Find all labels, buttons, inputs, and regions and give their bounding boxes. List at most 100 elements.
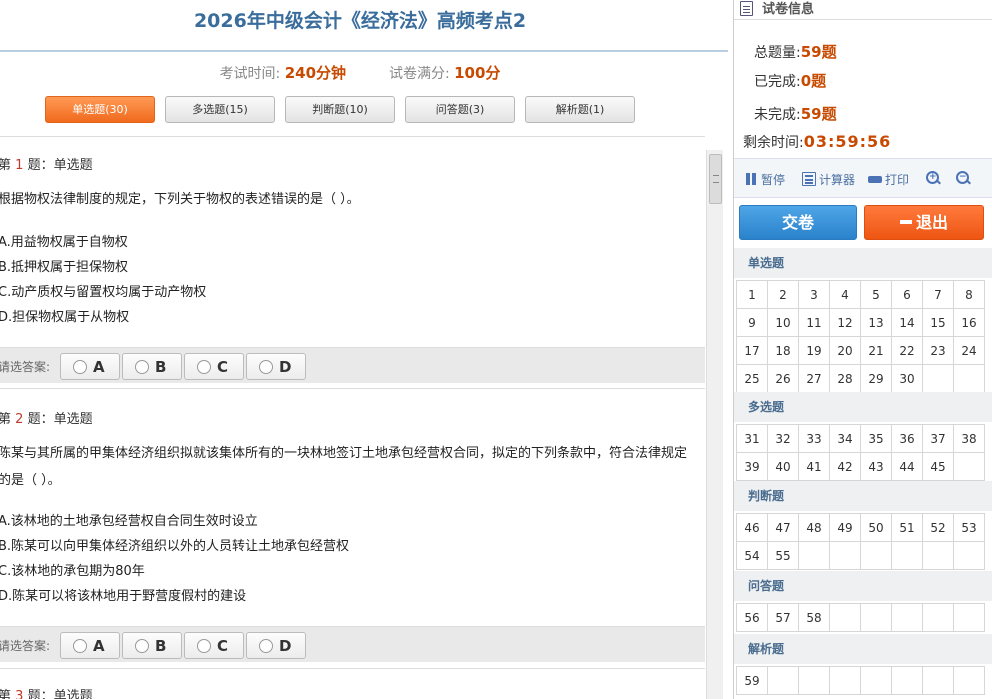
question-jump[interactable]: 20 [829, 336, 861, 365]
completed-label: 已完成: [754, 74, 801, 90]
question-jump[interactable]: 38 [953, 424, 985, 453]
zoom-out-button[interactable]: − [956, 171, 973, 186]
scrollbar-thumb[interactable] [709, 154, 722, 204]
answer-a-button[interactable]: A [60, 632, 120, 659]
tab-analysis[interactable]: 解析题(1) [525, 96, 635, 123]
question-jump[interactable]: 28 [829, 364, 861, 393]
question-jump[interactable]: 6 [891, 280, 923, 309]
question-jump[interactable]: 19 [798, 336, 830, 365]
section-title-single: 单选题 [734, 248, 992, 278]
question-jump[interactable]: 4 [829, 280, 861, 309]
question-jump[interactable]: 59 [736, 666, 768, 695]
tab-label: 问答题 [435, 103, 469, 116]
question-jump[interactable]: 1 [736, 280, 768, 309]
question-jump[interactable]: 26 [767, 364, 799, 393]
answer-c-button[interactable]: C [184, 632, 244, 659]
empty-cell [953, 364, 985, 393]
calculator-button[interactable]: 计算器 [802, 171, 855, 188]
question-jump[interactable]: 55 [767, 541, 799, 570]
empty-cell [953, 666, 985, 695]
question-jump[interactable]: 35 [860, 424, 892, 453]
question-jump[interactable]: 47 [767, 513, 799, 542]
question-jump[interactable]: 52 [922, 513, 954, 542]
question-jump[interactable]: 44 [891, 452, 923, 481]
question-jump[interactable]: 37 [922, 424, 954, 453]
question-jump[interactable]: 45 [922, 452, 954, 481]
question-jump[interactable]: 36 [891, 424, 923, 453]
answer-b-button[interactable]: B [122, 353, 182, 380]
question-jump[interactable]: 54 [736, 541, 768, 570]
question-jump[interactable]: 16 [953, 308, 985, 337]
question-jump[interactable]: 27 [798, 364, 830, 393]
radio-icon [259, 360, 273, 374]
exam-time-label: 考试时间: [219, 66, 281, 82]
question-jump[interactable]: 58 [798, 603, 830, 632]
pause-button[interactable]: 暂停 [744, 171, 785, 188]
question-jump[interactable]: 21 [860, 336, 892, 365]
page-title: 2026年中级会计《经济法》高频考点2 [193, 10, 527, 32]
question-jump[interactable]: 30 [891, 364, 923, 393]
question-jump[interactable]: 7 [922, 280, 954, 309]
question-list[interactable]: 第 1 题：单选题 根据物权法律制度的规定，下列关于物权的表述错误的是（ ）。 … [0, 136, 705, 699]
tab-true-false[interactable]: 判断题(10) [285, 96, 395, 123]
exit-button[interactable]: 退出 [864, 205, 984, 240]
question-jump[interactable]: 43 [860, 452, 892, 481]
question-jump[interactable]: 32 [767, 424, 799, 453]
question-jump[interactable]: 10 [767, 308, 799, 337]
question-jump[interactable]: 29 [860, 364, 892, 393]
tab-multiple-choice[interactable]: 多选题(15) [165, 96, 275, 123]
question-jump[interactable]: 23 [922, 336, 954, 365]
question-jump[interactable]: 8 [953, 280, 985, 309]
question-jump[interactable]: 2 [767, 280, 799, 309]
question-jump[interactable]: 50 [860, 513, 892, 542]
tab-short-answer[interactable]: 问答题(3) [405, 96, 515, 123]
question-jump[interactable]: 41 [798, 452, 830, 481]
question-jump[interactable]: 49 [829, 513, 861, 542]
question-jump[interactable]: 12 [829, 308, 861, 337]
option-b: B.抵押权属于担保物权 [0, 260, 129, 275]
pause-label: 暂停 [761, 173, 786, 187]
printer-icon [868, 172, 882, 187]
answer-a-button[interactable]: A [60, 353, 120, 380]
question-jump[interactable]: 39 [736, 452, 768, 481]
answer-letter: C [217, 637, 229, 655]
answer-b-button[interactable]: B [122, 632, 182, 659]
question-jump[interactable]: 24 [953, 336, 985, 365]
radio-icon [197, 360, 211, 374]
question-jump[interactable]: 25 [736, 364, 768, 393]
question-jump[interactable]: 46 [736, 513, 768, 542]
question-jump[interactable]: 42 [829, 452, 861, 481]
question-jump[interactable]: 14 [891, 308, 923, 337]
question-jump[interactable]: 31 [736, 424, 768, 453]
question-jump[interactable]: 51 [891, 513, 923, 542]
zoom-in-button[interactable]: + [926, 171, 943, 186]
empty-cell [860, 541, 892, 570]
question-jump[interactable]: 11 [798, 308, 830, 337]
question-jump[interactable]: 5 [860, 280, 892, 309]
minus-icon [899, 220, 912, 224]
answer-c-button[interactable]: C [184, 353, 244, 380]
question-jump[interactable]: 15 [922, 308, 954, 337]
tab-single-choice[interactable]: 单选题(30) [45, 96, 155, 123]
question-jump[interactable]: 53 [953, 513, 985, 542]
question-jump[interactable]: 18 [767, 336, 799, 365]
answer-d-button[interactable]: D [246, 353, 306, 380]
question-jump[interactable]: 56 [736, 603, 768, 632]
question-jump[interactable]: 17 [736, 336, 768, 365]
question-jump[interactable]: 9 [736, 308, 768, 337]
answer-d-button[interactable]: D [246, 632, 306, 659]
question-scrollbar[interactable] [706, 150, 723, 699]
exam-time-value: 240分钟 [284, 64, 347, 82]
radio-icon [73, 360, 87, 374]
question-jump[interactable]: 3 [798, 280, 830, 309]
print-button[interactable]: 打印 [868, 171, 909, 188]
question-jump[interactable]: 34 [829, 424, 861, 453]
question-jump[interactable]: 22 [891, 336, 923, 365]
question-jump[interactable]: 40 [767, 452, 799, 481]
question-jump[interactable]: 48 [798, 513, 830, 542]
question-jump[interactable]: 33 [798, 424, 830, 453]
remaining-value: 59题 [800, 105, 837, 123]
submit-button[interactable]: 交卷 [739, 205, 857, 240]
question-jump[interactable]: 13 [860, 308, 892, 337]
question-jump[interactable]: 57 [767, 603, 799, 632]
